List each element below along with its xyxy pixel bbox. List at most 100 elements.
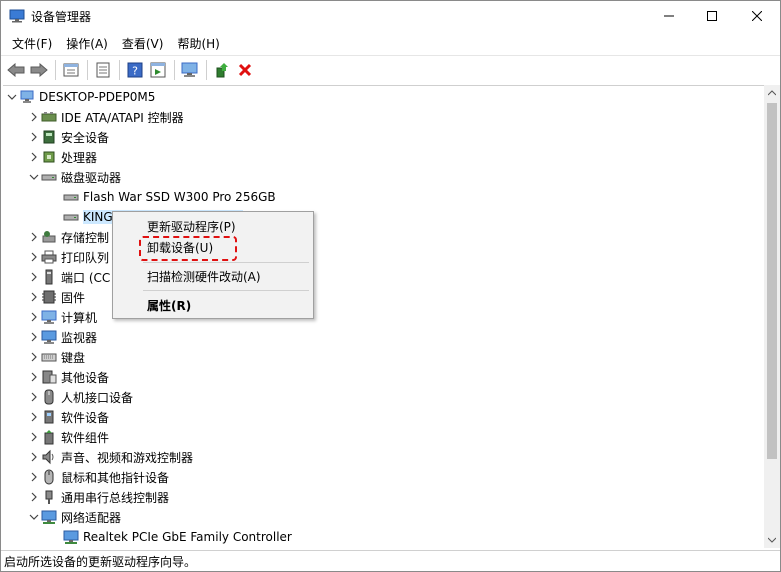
tree-root[interactable]: DESKTOP-PDEP0M5 (5, 87, 155, 107)
menu-view[interactable]: 查看(V) (115, 33, 171, 54)
properties-button[interactable] (92, 59, 114, 81)
keyboard-icon (41, 353, 57, 362)
tree-item-computer[interactable]: 计算机 (27, 307, 97, 327)
hid-icon (44, 389, 54, 405)
chevron-right-icon[interactable] (27, 447, 41, 467)
chevron-right-icon[interactable] (27, 487, 41, 507)
tree-child-realtek[interactable]: Realtek PCIe GbE Family Controller (63, 527, 292, 547)
tree-item-storage[interactable]: 存储控制 (27, 227, 109, 247)
software-device-icon (44, 410, 54, 424)
menu-bar: 文件(F) 操作(A) 查看(V) 帮助(H) (1, 32, 780, 54)
tree-item-disk-drives[interactable]: 磁盘驱动器 (27, 167, 121, 187)
tree-child-ssd[interactable]: Flash War SSD W300 Pro 256GB (63, 187, 276, 207)
tree-item-firmware[interactable]: 固件 (27, 287, 85, 307)
view-button[interactable] (60, 59, 82, 81)
tree-item-ports[interactable]: 端口 (CC (27, 267, 110, 287)
chevron-right-icon[interactable] (27, 247, 41, 267)
forward-icon (30, 62, 48, 77)
maximize-icon (707, 11, 717, 21)
maximize-button[interactable] (689, 1, 735, 31)
uninstall-device-button[interactable] (234, 59, 256, 81)
ctx-update-driver[interactable]: 更新驱动程序(P) (113, 215, 313, 237)
other-device-icon (42, 370, 57, 384)
tree-item-sound[interactable]: 声音、视频和游戏控制器 (27, 447, 193, 467)
processor-icon (43, 151, 55, 163)
chevron-right-icon[interactable] (27, 147, 41, 167)
chevron-right-icon[interactable] (27, 427, 41, 447)
update-driver-icon (216, 62, 228, 77)
chevron-right-icon[interactable] (27, 267, 41, 287)
context-menu: 更新驱动程序(P) 卸载设备(U) 扫描检测硬件改动(A) 属性(R) (112, 211, 314, 319)
close-icon (752, 11, 762, 21)
chevron-right-icon[interactable] (27, 307, 41, 327)
tree-item-hid[interactable]: 人机接口设备 (27, 387, 133, 407)
properties-icon (96, 62, 110, 77)
status-text: 启动所选设备的更新驱动程序向导。 (4, 554, 197, 569)
chevron-right-icon[interactable] (27, 407, 41, 427)
chevron-right-icon[interactable] (27, 367, 41, 387)
chevron-right-icon[interactable] (27, 287, 41, 307)
chevron-right-icon[interactable] (27, 127, 41, 147)
toolbar-separator (55, 59, 56, 80)
tree-item-keyboards[interactable]: 键盘 (27, 347, 85, 367)
chevron-down-icon (768, 537, 776, 543)
tree-item-label: 网络适配器 (61, 510, 122, 525)
printer-icon (41, 250, 57, 264)
tree-item-processor[interactable]: 处理器 (27, 147, 97, 167)
scroll-down-button[interactable] (764, 532, 780, 548)
tree-item-monitors[interactable]: 监视器 (27, 327, 97, 347)
tree-item-other-devices[interactable]: 其他设备 (27, 367, 109, 387)
security-device-icon (43, 130, 55, 144)
tree-item-label: 存储控制 (61, 230, 110, 245)
ctx-properties[interactable]: 属性(R) (113, 294, 313, 316)
close-button[interactable] (734, 1, 780, 31)
chevron-down-icon[interactable] (27, 507, 41, 527)
scan-hardware-button[interactable] (179, 59, 201, 81)
run-button[interactable] (147, 59, 169, 81)
tree-item-usb[interactable]: 通用串行总线控制器 (27, 487, 169, 507)
chevron-down-icon[interactable] (27, 167, 41, 187)
help-button[interactable]: ? (124, 59, 146, 81)
tree-item-ide[interactable]: IDE ATA/ATAPI 控制器 (27, 107, 184, 127)
tree-item-print-queue[interactable]: 打印队列 (27, 247, 109, 267)
chevron-right-icon[interactable] (27, 467, 41, 487)
tree-item-mice[interactable]: 鼠标和其他指针设备 (27, 467, 169, 487)
tree-item-label: 其他设备 (61, 370, 110, 385)
ctx-scan-hardware[interactable]: 扫描检测硬件改动(A) (113, 265, 313, 287)
chevron-right-icon[interactable] (27, 327, 41, 347)
vertical-scrollbar[interactable] (764, 85, 780, 548)
tree-item-label: 软件组件 (61, 430, 110, 445)
tree-item-software-components[interactable]: 软件组件 (27, 427, 109, 447)
scrollbar-thumb[interactable] (767, 103, 777, 459)
chevron-up-icon (768, 90, 776, 96)
tree-item-software-devices[interactable]: 软件设备 (27, 407, 109, 427)
tree-item-security[interactable]: 安全设备 (27, 127, 109, 147)
minimize-button[interactable] (646, 1, 692, 31)
menu-help[interactable]: 帮助(H) (170, 33, 226, 54)
menu-file[interactable]: 文件(F) (5, 33, 59, 54)
tree-item-label: 安全设备 (61, 130, 110, 145)
chevron-down-icon[interactable] (5, 87, 19, 107)
tree-item-label: 键盘 (61, 350, 86, 365)
chevron-right-icon[interactable] (27, 107, 41, 127)
back-icon (7, 62, 25, 77)
toolbar-separator (206, 59, 207, 80)
chevron-right-icon[interactable] (27, 387, 41, 407)
tree-item-label: 通用串行总线控制器 (61, 490, 170, 505)
menu-action[interactable]: 操作(A) (59, 33, 115, 54)
title-bar[interactable]: 设备管理器 (1, 1, 780, 31)
forward-button[interactable] (28, 59, 50, 81)
toolbar-separator (174, 59, 175, 80)
tree-item-network-adapters[interactable]: 网络适配器 (27, 507, 121, 527)
update-driver-button[interactable] (211, 59, 233, 81)
chevron-right-icon[interactable] (27, 347, 41, 367)
tree-item-label: 声音、视频和游戏控制器 (61, 450, 194, 465)
ide-controller-icon (41, 112, 57, 122)
disk-drive-icon (63, 194, 79, 201)
storage-controller-icon (42, 231, 56, 243)
speaker-icon (42, 449, 54, 465)
port-icon (45, 269, 53, 285)
back-button[interactable] (5, 59, 27, 81)
scroll-up-button[interactable] (764, 85, 780, 101)
chevron-right-icon[interactable] (27, 227, 41, 247)
